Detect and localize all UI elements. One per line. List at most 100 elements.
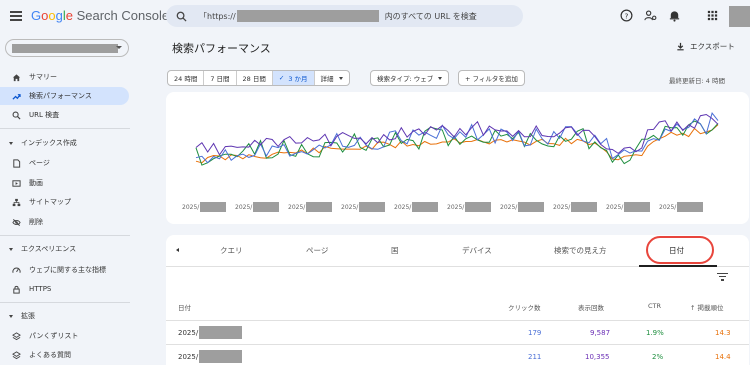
sidebar-section-indexing[interactable]: インデックス作成	[0, 136, 130, 150]
caret-down-icon	[9, 314, 13, 318]
redacted-date	[677, 202, 704, 212]
dimension-tabs: クエリ ページ 国 デバイス 検索での見え方 日付	[166, 235, 749, 267]
sidebar-item-removals[interactable]: 削除	[0, 213, 130, 231]
table-row[interactable]: 2025/ 211 10,355 2% 14.4	[166, 345, 749, 365]
column-header-ctr[interactable]: CTR	[648, 302, 661, 310]
redacted-date	[199, 326, 243, 339]
column-header-clicks[interactable]: クリック数	[508, 302, 541, 312]
sidebar-item-pages[interactable]: ページ	[0, 154, 130, 172]
redacted-date	[199, 350, 243, 363]
page-title: 検索パフォーマンス	[172, 42, 271, 55]
sidebar-item-breadcrumbs[interactable]: パンくずリスト	[0, 327, 130, 345]
column-header-position[interactable]: ↑ 掲載順位	[690, 302, 724, 312]
sidebar-section-enhancements[interactable]: 拡張	[0, 309, 130, 323]
video-icon	[12, 179, 21, 188]
redacted-date	[306, 202, 333, 212]
range-3m[interactable]: ✓ 3 か月	[272, 71, 315, 85]
tab-pages[interactable]: ページ	[306, 245, 328, 256]
redacted-date	[412, 202, 439, 212]
dimension-table-card: クエリ ページ 国 デバイス 検索での見え方 日付 日付 クリック数 表示回数 …	[166, 235, 749, 365]
range-28d[interactable]: 28 日間	[237, 71, 273, 85]
row-impressions: 9,587	[590, 329, 611, 337]
filter-icon[interactable]	[717, 273, 728, 283]
redacted-date	[253, 202, 280, 212]
column-header-impressions[interactable]: 表示回数	[578, 302, 604, 312]
sidebar-divider	[0, 128, 130, 129]
search-type-chip[interactable]: 検索タイプ: ウェブ	[370, 70, 450, 86]
row-clicks: 179	[528, 329, 542, 337]
home-icon	[12, 73, 21, 82]
range-24h[interactable]: 24 時間	[168, 71, 205, 85]
tab-devices[interactable]: デバイス	[462, 245, 492, 256]
series-line-position	[195, 124, 719, 164]
tab-queries[interactable]: クエリ	[220, 245, 243, 256]
series-line-ctr	[195, 120, 719, 166]
row-position: 14.3	[715, 329, 731, 337]
sidebar-item-url-inspection[interactable]: URL 検査	[0, 106, 130, 124]
caret-down-icon	[438, 76, 443, 80]
sidebar-item-videos[interactable]: 動画	[0, 174, 130, 192]
row-clicks: 211	[528, 353, 542, 361]
svg-text:?: ?	[625, 11, 629, 20]
notifications-icon[interactable]	[668, 9, 681, 22]
tab-countries[interactable]: 国	[391, 245, 399, 256]
x-tick-label: 2025/	[500, 202, 545, 212]
search-icon	[176, 11, 187, 22]
sidebar-divider	[0, 302, 130, 303]
sidebar-section-experience[interactable]: エクスペリエンス	[0, 242, 130, 256]
tab-search-appearance[interactable]: 検索での見え方	[554, 245, 607, 256]
caret-down-icon	[9, 247, 13, 251]
x-tick-label: 2025/	[341, 202, 386, 212]
apps-grid-icon[interactable]	[706, 9, 719, 22]
x-tick-label: 2025/	[553, 202, 598, 212]
row-position: 14.4	[715, 353, 731, 361]
sidebar-item-sitemaps[interactable]: サイトマップ	[0, 193, 130, 211]
redacted-property	[12, 44, 118, 53]
x-tick-label: 2025/	[182, 202, 227, 212]
speed-icon	[12, 266, 21, 275]
sidebar-divider	[0, 235, 130, 236]
redacted-date	[571, 202, 598, 212]
redacted-date	[359, 202, 386, 212]
search-icon	[12, 111, 21, 120]
app-logo[interactable]: Google Search Console	[31, 8, 169, 23]
sidebar-item-https[interactable]: HTTPS	[0, 280, 130, 298]
export-button[interactable]: エクスポート	[676, 41, 735, 52]
date-range-selector: 24 時間 7 日間 28 日間 ✓ 3 か月 詳細	[167, 70, 350, 86]
redacted-date	[200, 202, 227, 212]
add-filter-chip[interactable]: + フィルタを追加	[458, 70, 525, 86]
layers-icon	[12, 350, 21, 360]
range-7d[interactable]: 7 日間	[204, 71, 237, 85]
redacted-date	[624, 202, 651, 212]
sort-up-arrow-icon: ↑	[690, 304, 696, 312]
active-tab-indicator	[639, 265, 717, 267]
sitemap-icon	[12, 198, 21, 207]
eye-off-icon	[12, 218, 21, 227]
trending-up-icon	[12, 92, 21, 101]
row-ctr: 2%	[652, 353, 664, 361]
x-tick-label: 2025/	[659, 202, 704, 212]
x-tick-label: 2025/	[606, 202, 651, 212]
manage-users-icon[interactable]	[644, 9, 657, 22]
url-inspect-search-bar[interactable]: 「https:// 内のすべての URL を検査	[166, 5, 523, 27]
range-more[interactable]: 詳細	[315, 71, 349, 85]
help-icon[interactable]: ?	[620, 9, 633, 22]
last-updated: 最終更新日: 4 時間	[669, 77, 725, 85]
sidebar-item-summary[interactable]: サマリー	[0, 68, 130, 86]
menu-icon[interactable]	[10, 11, 22, 21]
sidebar-item-faq[interactable]: よくある質問	[0, 346, 130, 364]
avatar[interactable]	[729, 6, 750, 27]
download-icon	[677, 42, 684, 51]
property-selector[interactable]	[5, 39, 129, 57]
column-header-date[interactable]: 日付	[178, 302, 191, 312]
table-header: 日付 クリック数 表示回数 CTR ↑ 掲載順位	[166, 293, 749, 321]
row-ctr: 1.9%	[646, 329, 664, 337]
sidebar-item-performance[interactable]: 検索パフォーマンス	[0, 87, 129, 105]
row-impressions: 10,355	[585, 353, 610, 361]
sidebar-item-core-web-vitals[interactable]: ウェブに関する主な指標	[0, 261, 130, 279]
top-app-bar: Google Search Console 「https:// 内のすべての U…	[0, 0, 750, 33]
chevron-left-icon[interactable]	[176, 248, 179, 252]
table-row[interactable]: 2025/ 179 9,587 1.9% 14.3	[166, 321, 749, 345]
redacted-date	[465, 202, 492, 212]
layers-icon	[12, 331, 21, 341]
